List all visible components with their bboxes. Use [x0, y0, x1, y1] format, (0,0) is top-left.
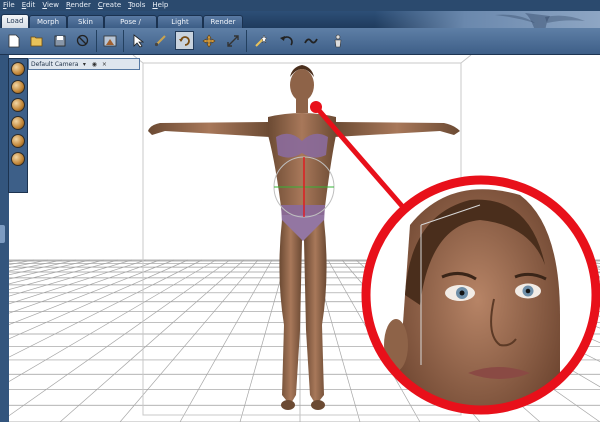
redo-icon	[303, 38, 318, 43]
menu-tools[interactable]: Tools	[128, 0, 145, 11]
close-icon[interactable]: ×	[100, 60, 108, 68]
menu-view[interactable]: View	[42, 0, 59, 11]
scale-button[interactable]	[223, 31, 242, 50]
brush-icon	[154, 35, 166, 47]
toolbar-separator	[96, 30, 97, 52]
save-icon	[54, 35, 65, 46]
toolbar-separator	[123, 30, 124, 52]
tab-light[interactable]: Light	[157, 15, 203, 28]
redo-button[interactable]	[301, 31, 320, 50]
move-button[interactable]	[199, 31, 218, 50]
rotate-icon	[178, 35, 190, 46]
magic-button[interactable]	[251, 31, 270, 50]
rotate-button[interactable]	[175, 31, 194, 50]
figure-button[interactable]	[329, 31, 348, 50]
menu-edit[interactable]: Edit	[22, 0, 36, 11]
scene-button[interactable]	[101, 31, 120, 50]
magic-icon	[254, 33, 268, 47]
zoom-callout	[361, 175, 600, 415]
select-button[interactable]	[128, 31, 147, 50]
3d-viewport[interactable]: Default Camera ▾ ◉ ×	[0, 55, 600, 422]
tab-load[interactable]: Load	[1, 14, 29, 28]
move-icon	[201, 33, 216, 48]
roll-icon[interactable]	[11, 116, 25, 130]
home-icon[interactable]	[11, 152, 25, 166]
open-folder-icon	[30, 36, 42, 46]
pan-icon[interactable]	[11, 80, 25, 94]
display-style-icon[interactable]: ◉	[90, 60, 98, 68]
menu-render[interactable]: Render	[66, 0, 91, 11]
menu-help[interactable]: Help	[152, 0, 168, 11]
figure-icon	[334, 34, 342, 47]
new-file-button[interactable]	[4, 31, 23, 50]
scale-icon	[226, 34, 239, 47]
undo-button[interactable]	[277, 31, 296, 50]
toolbar-separator	[246, 30, 247, 52]
new-file-icon	[8, 34, 19, 47]
cancel-button[interactable]	[73, 31, 92, 50]
tab-morph[interactable]: Morph	[29, 15, 67, 28]
menu-bar: File Edit View Render Create Tools Help	[0, 0, 600, 11]
frame-icon[interactable]	[11, 134, 25, 148]
tab-pose-animate[interactable]: Pose / Animate	[104, 15, 157, 39]
cancel-icon	[76, 34, 89, 47]
scene-icon	[103, 35, 117, 46]
tab-render[interactable]: Render	[203, 15, 243, 28]
undo-icon	[280, 35, 293, 45]
toolbar	[0, 28, 600, 55]
camera-controls	[8, 58, 28, 193]
brush-button[interactable]	[151, 31, 170, 50]
open-folder-button[interactable]	[27, 31, 46, 50]
dolly-icon[interactable]	[11, 98, 25, 112]
camera-name: Default Camera	[31, 60, 79, 68]
panel-collapse-handle[interactable]	[0, 225, 5, 243]
tab-skin[interactable]: Skin	[67, 15, 104, 28]
select-arrow-icon	[133, 33, 144, 48]
menu-file[interactable]: File	[3, 0, 15, 11]
chevron-down-icon[interactable]: ▾	[80, 60, 88, 68]
save-button[interactable]	[50, 31, 69, 50]
orbit-icon[interactable]	[11, 62, 25, 76]
menu-create[interactable]: Create	[98, 0, 121, 11]
camera-selector[interactable]: Default Camera ▾ ◉ ×	[28, 58, 140, 70]
